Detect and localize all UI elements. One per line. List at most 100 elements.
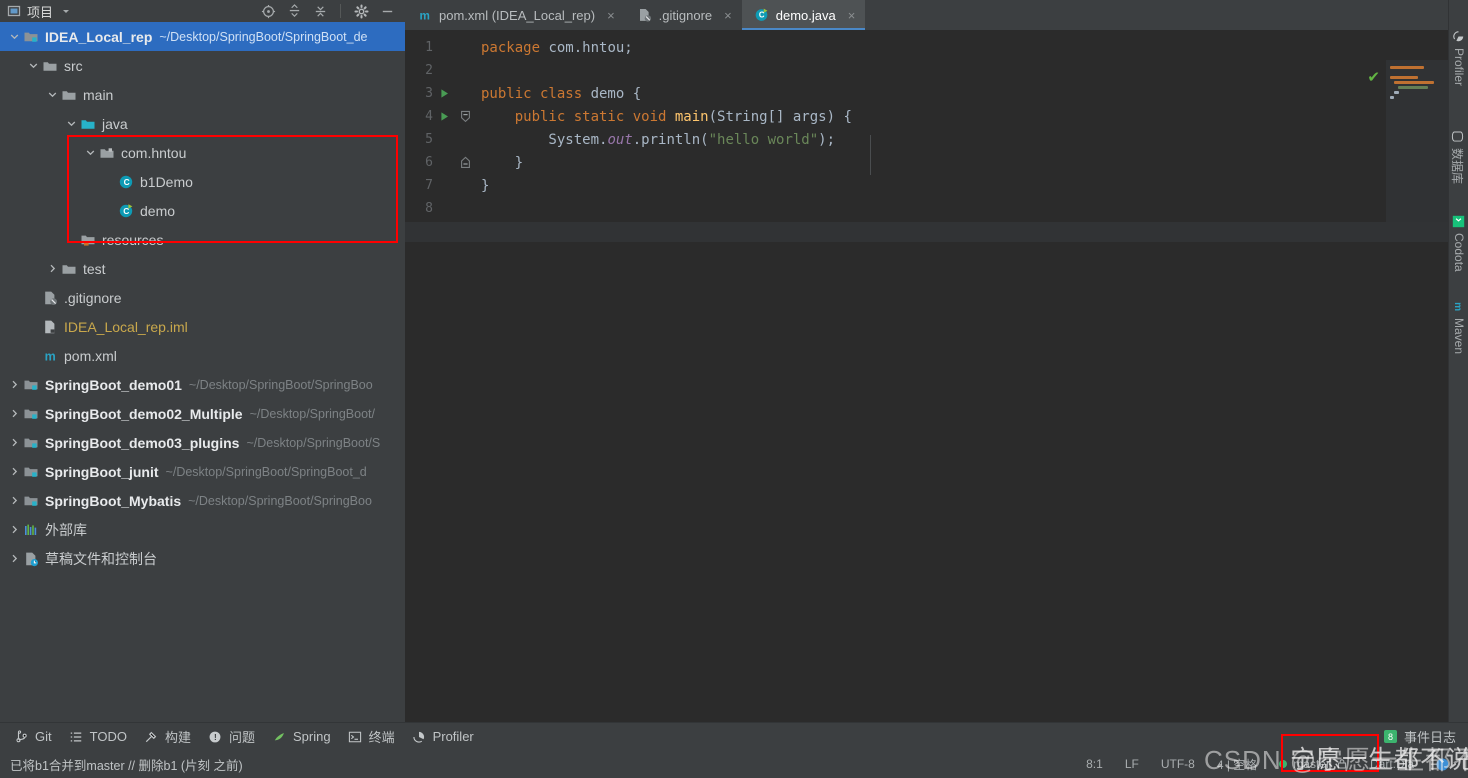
code-text[interactable]: System.out.println("hello world"); bbox=[475, 132, 835, 148]
minimize-icon[interactable] bbox=[379, 3, 395, 19]
code-text[interactable]: public static void main(String[] args) { bbox=[475, 109, 852, 125]
module-icon bbox=[23, 464, 39, 480]
tree-row[interactable]: com.hntou bbox=[0, 138, 405, 167]
code-line[interactable]: 7} bbox=[405, 174, 1448, 197]
editor-tab-label: .gitignore bbox=[658, 7, 713, 23]
tree-row[interactable]: Cb1Demo bbox=[0, 167, 405, 196]
code-text[interactable]: package com.hntou; bbox=[475, 40, 633, 56]
bottom-tool-item[interactable]: 构建 bbox=[140, 727, 204, 746]
right-tool-strip[interactable]: Profiler 数据库 Codota m Maven bbox=[1448, 0, 1468, 722]
file-encoding[interactable]: UTF-8 bbox=[1150, 757, 1206, 771]
bottom-tool-item[interactable]: Spring bbox=[268, 729, 344, 744]
chevron-right-icon[interactable] bbox=[8, 494, 21, 507]
chevron-down-icon[interactable] bbox=[27, 59, 40, 72]
chevron-right-icon[interactable] bbox=[8, 465, 21, 478]
tree-row[interactable]: .gitignore bbox=[0, 283, 405, 312]
bottom-tool-item[interactable]: 终端 bbox=[344, 727, 408, 746]
fold-expand-icon[interactable] bbox=[455, 110, 475, 123]
tree-row[interactable]: SpringBoot_demo03_plugins ~/Desktop/Sprin… bbox=[0, 428, 405, 457]
locate-icon[interactable] bbox=[260, 3, 276, 19]
code-line[interactable]: 3 public class demo { bbox=[405, 82, 1448, 105]
expand-all-icon[interactable] bbox=[286, 3, 302, 19]
package-icon bbox=[99, 145, 115, 161]
tree-row[interactable]: m pom.xml bbox=[0, 341, 405, 370]
inspection-status-icon[interactable]: ✔ bbox=[1367, 68, 1380, 86]
indent-setting[interactable]: 4 | 空格 bbox=[1206, 756, 1268, 773]
editor-tabbar[interactable]: m pom.xml (IDEA_Local_rep) × .gitignore × Cde… bbox=[405, 0, 1448, 30]
code-line[interactable]: 8 bbox=[405, 197, 1448, 220]
tree-row[interactable]: resources bbox=[0, 225, 405, 254]
tree-row[interactable]: IDEA_Local_rep ~/Desktop/SpringBoot/Sprin… bbox=[0, 22, 405, 51]
code-minimap[interactable] bbox=[1386, 60, 1448, 236]
right-strip-item[interactable]: Profiler bbox=[1452, 30, 1466, 86]
module-icon bbox=[23, 377, 39, 393]
bottom-tool-window-bar[interactable]: Git TODO 构建! 问题 Spring 终端 Profiler 8 事件日志 bbox=[0, 722, 1468, 750]
tree-row[interactable]: SpringBoot_Mybatis ~/Desktop/SpringBoot/S… bbox=[0, 486, 405, 515]
project-panel-title-group[interactable]: 项目 bbox=[6, 2, 74, 21]
tree-row[interactable]: SpringBoot_junit ~/Desktop/SpringBoot/Spr… bbox=[0, 457, 405, 486]
run-gutter-icon[interactable] bbox=[433, 111, 455, 122]
fold-collapse-icon[interactable] bbox=[455, 156, 475, 169]
tree-row[interactable]: SpringBoot_demo01 ~/Desktop/SpringBoot/Sp… bbox=[0, 370, 405, 399]
code-line[interactable]: 2 bbox=[405, 59, 1448, 82]
settings-gear-icon[interactable] bbox=[353, 3, 369, 19]
code-line[interactable]: 6 } bbox=[405, 151, 1448, 174]
chevron-down-icon[interactable] bbox=[84, 146, 97, 159]
bottom-tool-item[interactable]: ! 问题 bbox=[204, 727, 268, 746]
code-lines[interactable]: 1 package com.hntou; 2 3 public class demo {… bbox=[405, 30, 1448, 220]
tree-row[interactable]: test bbox=[0, 254, 405, 283]
tree-row[interactable]: main bbox=[0, 80, 405, 109]
code-editor[interactable]: 1 package com.hntou; 2 3 public class demo {… bbox=[405, 30, 1448, 722]
tree-row-label: com.hntou bbox=[121, 144, 187, 161]
build-hammer-icon bbox=[144, 729, 159, 744]
run-gutter-icon[interactable] bbox=[433, 88, 455, 99]
code-line[interactable]: 1 package com.hntou; bbox=[405, 36, 1448, 59]
right-strip-item[interactable]: m Maven bbox=[1452, 300, 1466, 354]
bottom-tool-item[interactable]: TODO bbox=[65, 729, 140, 744]
tree-row[interactable]: SpringBoot_demo02_Multiple ~/Desktop/Spri… bbox=[0, 399, 405, 428]
right-strip-item[interactable]: 数据库 bbox=[1449, 130, 1466, 184]
code-text[interactable]: public class demo { bbox=[475, 86, 641, 102]
tree-row-label: SpringBoot_demo01 bbox=[45, 376, 182, 393]
chevron-right-icon[interactable] bbox=[8, 407, 21, 420]
close-icon[interactable]: × bbox=[607, 8, 615, 23]
close-icon[interactable]: × bbox=[724, 8, 732, 23]
chevron-right-icon[interactable] bbox=[8, 552, 21, 565]
code-line[interactable]: 5 System.out.println("hello world"); bbox=[405, 128, 1448, 151]
chevron-down-icon[interactable] bbox=[58, 3, 74, 19]
chevron-right-icon[interactable] bbox=[46, 262, 59, 275]
chevron-right-icon[interactable] bbox=[8, 436, 21, 449]
editor-tab[interactable]: .gitignore × bbox=[625, 0, 742, 30]
close-icon[interactable]: × bbox=[848, 8, 856, 23]
caret-position[interactable]: 8:1 bbox=[1075, 757, 1114, 771]
chevron-right-icon[interactable] bbox=[8, 378, 21, 391]
tree-row[interactable]: Cdemo bbox=[0, 196, 405, 225]
tree-row-label: main bbox=[83, 86, 114, 103]
tree-row[interactable]: 外部库 bbox=[0, 515, 405, 544]
event-log-label[interactable]: 事件日志 bbox=[1404, 727, 1456, 746]
bottom-tool-item[interactable]: Profiler bbox=[408, 729, 487, 744]
code-line[interactable]: 4 public static void main(String[] args)… bbox=[405, 105, 1448, 128]
code-text[interactable]: } bbox=[475, 155, 523, 171]
editor-tab[interactable]: m pom.xml (IDEA_Local_rep) × bbox=[405, 0, 625, 30]
plugin-widget[interactable]: Dart:Dla bbox=[1359, 757, 1425, 771]
chevron-down-icon[interactable] bbox=[46, 88, 59, 101]
event-log-group[interactable]: 8 事件日志 bbox=[1383, 727, 1468, 746]
tree-row[interactable]: IDEA_Local_rep.iml bbox=[0, 312, 405, 341]
chevron-right-icon[interactable] bbox=[8, 523, 21, 536]
line-separator[interactable]: LF bbox=[1114, 757, 1150, 771]
right-strip-item[interactable]: Codota bbox=[1452, 215, 1466, 272]
chevron-down-icon[interactable] bbox=[8, 30, 21, 43]
line-number: 6 bbox=[425, 155, 433, 170]
project-tree[interactable]: IDEA_Local_rep ~/Desktop/SpringBoot/Sprin… bbox=[0, 22, 405, 722]
notifications-icon[interactable] bbox=[1425, 758, 1460, 771]
tree-row[interactable]: java bbox=[0, 109, 405, 138]
git-branch-widget[interactable]: master bbox=[1268, 757, 1359, 771]
tree-row[interactable]: src bbox=[0, 51, 405, 80]
tree-row[interactable]: 草稿文件和控制台 bbox=[0, 544, 405, 573]
collapse-all-icon[interactable] bbox=[312, 3, 328, 19]
code-text[interactable]: } bbox=[475, 178, 489, 194]
bottom-tool-item[interactable]: Git bbox=[10, 729, 65, 744]
editor-tab[interactable]: Cdemo.java × bbox=[741, 0, 866, 30]
chevron-down-icon[interactable] bbox=[65, 117, 78, 130]
